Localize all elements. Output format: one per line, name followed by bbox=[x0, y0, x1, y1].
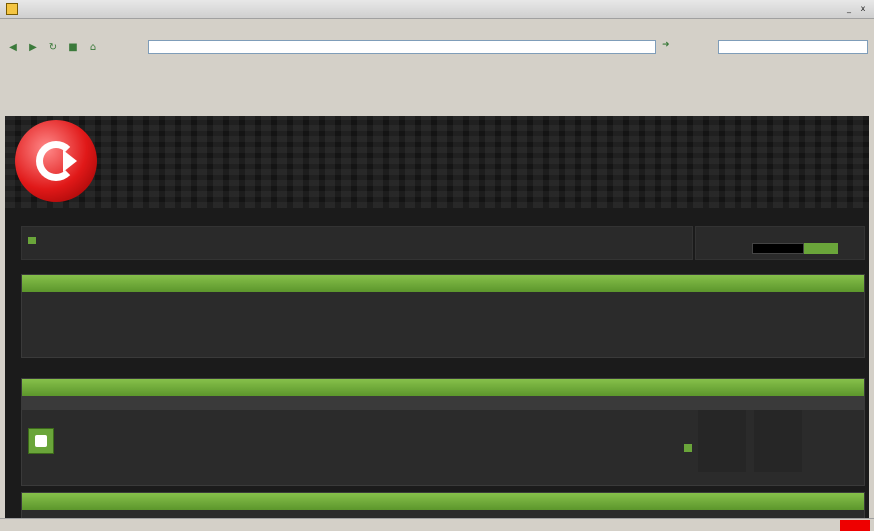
breadcrumb bbox=[28, 237, 40, 246]
home-icon[interactable] bbox=[28, 237, 36, 244]
bookmarks-bar bbox=[0, 80, 874, 96]
close-button[interactable]: x bbox=[858, 4, 868, 13]
category-heading[interactable] bbox=[22, 379, 864, 396]
next-category-section bbox=[21, 492, 865, 518]
web-page bbox=[5, 116, 869, 518]
links-bar bbox=[0, 60, 874, 76]
forum-folder-icon bbox=[28, 428, 54, 454]
table-row bbox=[22, 410, 864, 472]
last-post-arrow-icon[interactable] bbox=[684, 444, 692, 452]
topics-count bbox=[698, 410, 746, 472]
back-arrow-icon[interactable]: ◀ bbox=[6, 40, 20, 54]
navigation-toolbar: ◀ ▶ ↻ ■ ⌂ ➜ bbox=[0, 36, 874, 58]
title-bar: _ x bbox=[0, 0, 874, 19]
site-logo-icon[interactable] bbox=[15, 120, 97, 202]
menu-bar bbox=[0, 19, 874, 35]
posts-count bbox=[754, 410, 802, 472]
login-box bbox=[695, 226, 865, 260]
address-field[interactable] bbox=[148, 40, 656, 54]
announcement-heading bbox=[22, 275, 864, 292]
home-icon[interactable]: ⌂ bbox=[86, 40, 100, 54]
search-input[interactable] bbox=[718, 40, 868, 54]
minimize-button[interactable]: _ bbox=[844, 4, 854, 13]
category-section bbox=[21, 378, 865, 486]
password-input[interactable] bbox=[752, 243, 804, 254]
logo-play-shape bbox=[63, 150, 77, 172]
go-arrow-icon[interactable]: ➜ bbox=[662, 40, 678, 54]
status-bar bbox=[0, 518, 874, 531]
login-button[interactable] bbox=[804, 243, 838, 254]
status-indicator bbox=[840, 520, 870, 531]
breadcrumb-bar bbox=[21, 226, 693, 260]
announcement-section bbox=[21, 274, 865, 358]
forum-table-header bbox=[22, 396, 864, 410]
stop-icon[interactable]: ■ bbox=[66, 40, 80, 54]
forward-arrow-icon[interactable]: ▶ bbox=[26, 40, 40, 54]
browser-app-icon bbox=[6, 3, 18, 15]
tab-strip bbox=[0, 98, 874, 116]
refresh-icon[interactable]: ↻ bbox=[46, 40, 60, 54]
browser-window: _ x ◀ ▶ ↻ ■ ⌂ ➜ bbox=[0, 0, 874, 531]
next-category-heading[interactable] bbox=[22, 493, 864, 510]
site-banner bbox=[5, 116, 869, 208]
announcement-body bbox=[22, 292, 864, 300]
